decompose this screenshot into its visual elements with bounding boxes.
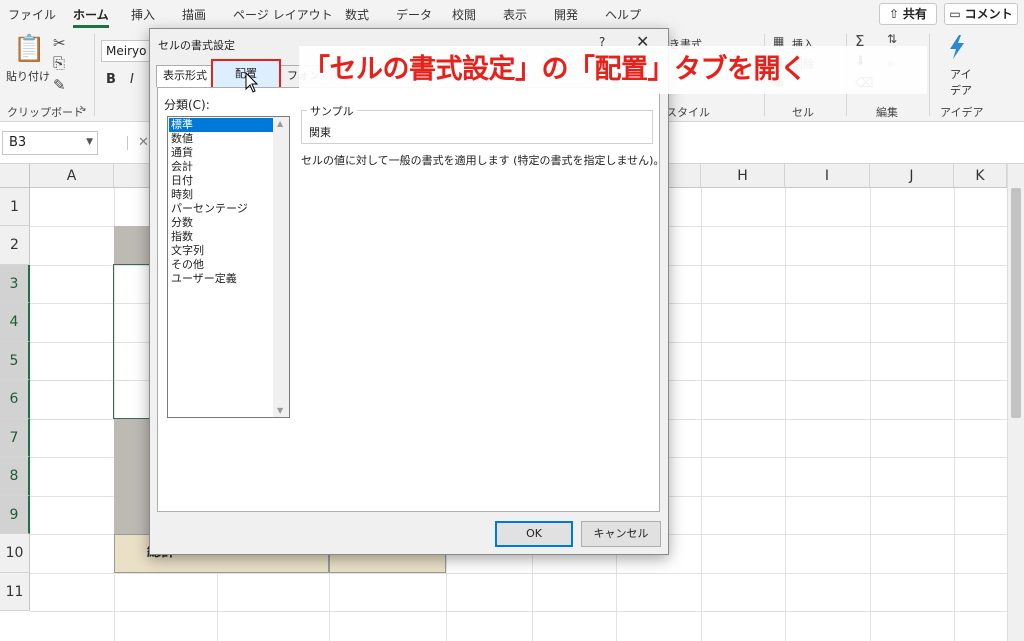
gridline: [701, 188, 702, 641]
scrollbar-thumb[interactable]: [1011, 188, 1021, 418]
row-header-2[interactable]: 2: [0, 226, 30, 265]
comment-icon: ▭: [949, 7, 965, 21]
style-group-label: スタイル: [666, 106, 710, 119]
format-description: セルの値に対して一般の書式を適用します (特定の書式を指定しません)。: [301, 154, 665, 167]
tab-view[interactable]: 表示: [503, 6, 527, 23]
comment-button[interactable]: ▭ コメント: [944, 3, 1018, 25]
category-list[interactable]: 標準 数値 通貨 会計 日付 時刻 パーセンテージ 分数 指数 文字列 その他 …: [167, 116, 290, 418]
gridline: [870, 188, 871, 641]
list-item[interactable]: 時刻: [169, 188, 273, 202]
column-header-j[interactable]: J: [870, 164, 954, 188]
list-item[interactable]: 日付: [169, 174, 273, 188]
vertical-scrollbar[interactable]: [1007, 164, 1024, 641]
paste-label[interactable]: 貼り付け: [6, 68, 50, 84]
tab-number-format[interactable]: 表示形式: [156, 65, 214, 87]
formula-bar-separator: [127, 136, 128, 150]
cancel-button[interactable]: キャンセル: [581, 521, 661, 547]
font-name-box[interactable]: Meiryo U: [101, 40, 151, 62]
row-header-11[interactable]: 11: [0, 573, 30, 611]
category-scrollbar[interactable]: ▲ ▼: [273, 117, 289, 417]
sample-value: 関東: [309, 126, 331, 139]
cancel-entry-icon[interactable]: ✕: [138, 135, 149, 150]
share-icon: ⇧: [889, 7, 903, 21]
share-label: 共有: [902, 7, 927, 21]
row-header-8[interactable]: 8: [0, 457, 30, 496]
ideas-icon[interactable]: [947, 34, 967, 60]
format-painter-icon[interactable]: ✎: [53, 76, 66, 94]
dialog-launcher-icon[interactable]: ↘: [79, 104, 87, 114]
ideas-group-label: アイデア: [940, 106, 984, 119]
gridline: [30, 573, 1007, 574]
italic-button[interactable]: I: [130, 72, 134, 87]
tab-page-layout[interactable]: ページ レイアウト: [233, 6, 333, 23]
gridline: [954, 188, 955, 641]
list-item[interactable]: 指数: [169, 230, 273, 244]
row-header-1[interactable]: 1: [0, 188, 30, 226]
row-header-6[interactable]: 6: [0, 380, 30, 419]
edit-group-label: 編集: [876, 106, 898, 119]
format-cells-dialog: セルの書式設定 ? ✕ 表示形式 フォン 罫 配置 分類(C): 標準 数値 通…: [149, 28, 669, 555]
list-item[interactable]: 数値: [169, 132, 273, 146]
scroll-up-icon[interactable]: ▲: [277, 119, 283, 128]
tab-review[interactable]: 校閲: [452, 6, 476, 23]
list-item[interactable]: 分数: [169, 216, 273, 230]
tab-file[interactable]: ファイル: [8, 6, 56, 23]
chevron-down-icon[interactable]: ▼: [86, 137, 93, 147]
group-cell-fill[interactable]: [114, 419, 150, 534]
ribbon-tab-bar: ファイル ホーム 挿入 描画 ページ レイアウト 数式 データ 校閲 表示 開発…: [0, 0, 1024, 28]
name-box-value: B3: [9, 135, 27, 150]
ideas-label-2[interactable]: デア: [950, 82, 972, 98]
row-header-4[interactable]: 4: [0, 303, 30, 342]
tab-home[interactable]: ホーム: [73, 6, 109, 28]
header-cell-fill[interactable]: [114, 226, 150, 265]
mouse-cursor-icon: [245, 72, 259, 93]
tab-data[interactable]: データ: [396, 6, 432, 23]
group-separator: [929, 34, 930, 116]
list-item[interactable]: 通貨: [169, 146, 273, 160]
comment-label: コメント: [964, 7, 1013, 21]
list-item[interactable]: 会計: [169, 160, 273, 174]
sample-label: サンプル: [307, 103, 357, 119]
paste-icon[interactable]: 📋: [13, 34, 45, 64]
row-header-7[interactable]: 7: [0, 419, 30, 457]
column-header-h[interactable]: H: [701, 164, 785, 188]
list-item[interactable]: その他: [169, 258, 273, 272]
ideas-label-1[interactable]: アイ: [950, 66, 971, 82]
scroll-down-icon[interactable]: ▼: [277, 406, 283, 415]
clipboard-group-label: クリップボード: [7, 106, 84, 119]
share-button[interactable]: ⇧ 共有: [879, 3, 937, 25]
dialog-title: セルの書式設定: [158, 39, 235, 52]
column-header-a[interactable]: A: [30, 164, 114, 188]
tab-draw[interactable]: 描画: [182, 6, 206, 23]
tab-formulas[interactable]: 数式: [345, 6, 369, 23]
row-header-9[interactable]: 9: [0, 496, 30, 534]
row-header-10[interactable]: 10: [0, 534, 30, 573]
column-header-k[interactable]: K: [954, 164, 1007, 188]
list-item[interactable]: 文字列: [169, 244, 273, 258]
name-box[interactable]: B3 ▼: [2, 131, 98, 155]
list-item[interactable]: 標準: [169, 118, 273, 132]
select-all-corner[interactable]: [0, 164, 30, 188]
category-label: 分類(C):: [164, 98, 210, 112]
list-item[interactable]: パーセンテージ: [169, 202, 273, 216]
sort-filter-icon[interactable]: ⇅: [887, 32, 897, 46]
gridline: [785, 188, 786, 641]
group-separator: [94, 34, 95, 116]
copy-icon[interactable]: ⎘: [53, 54, 65, 72]
cell-group-label: セル: [792, 106, 814, 119]
tab-developer[interactable]: 開発: [554, 6, 578, 23]
tab-insert[interactable]: 挿入: [131, 6, 155, 23]
annotation-caption: 「セルの書式設定」の「配置」タブを開く: [299, 46, 927, 94]
selected-range[interactable]: [113, 264, 150, 419]
column-header-i[interactable]: I: [785, 164, 870, 188]
tab-help[interactable]: ヘルプ: [605, 6, 641, 23]
row-header-3[interactable]: 3: [0, 265, 30, 303]
ok-button[interactable]: OK: [495, 521, 573, 547]
list-item[interactable]: ユーザー定義: [169, 272, 273, 286]
dialog-tab-panel: 分類(C): 標準 数値 通貨 会計 日付 時刻 パーセンテージ 分数 指数 文…: [157, 87, 664, 512]
row-header-5[interactable]: 5: [0, 342, 30, 380]
cut-icon[interactable]: ✂: [53, 34, 66, 52]
gridline: [30, 611, 1007, 612]
bold-button[interactable]: B: [106, 72, 116, 87]
